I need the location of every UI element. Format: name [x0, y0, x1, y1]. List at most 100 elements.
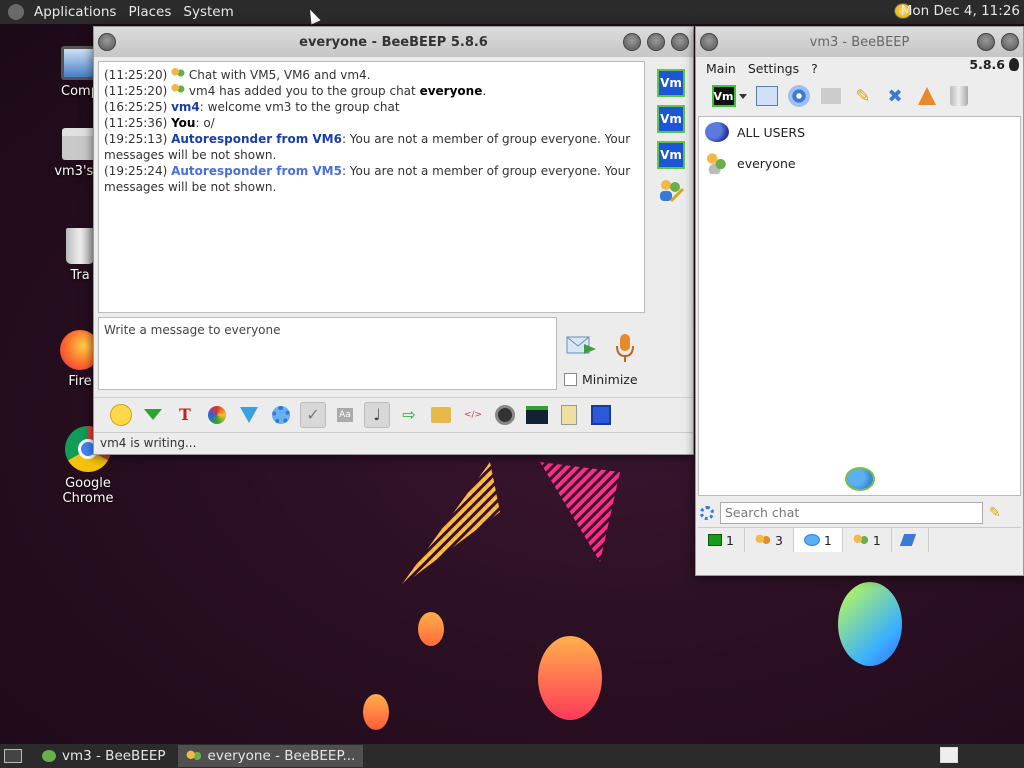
chat-window-titlebar[interactable]: everyone - BeeBEEP 5.8.6 — [94, 27, 693, 57]
update-button[interactable] — [914, 83, 940, 109]
pencil-icon: ✎ — [855, 85, 871, 107]
workspace-switcher-icon[interactable] — [940, 747, 958, 763]
list-item[interactable]: ALL USERS — [699, 117, 1020, 147]
send-button[interactable] — [566, 332, 598, 360]
search-row: Search chat ✎ — [700, 500, 1020, 526]
minimize-button[interactable] — [977, 33, 995, 51]
menu-help[interactable]: ? — [805, 61, 824, 76]
tab-count: 1 — [726, 532, 734, 548]
member-vm-icon[interactable]: Vm — [657, 141, 685, 169]
chat-log[interactable]: (11:25:20) Chat with VM5, VM6 and vm4. (… — [98, 61, 645, 313]
font-button[interactable]: T — [172, 402, 198, 428]
edit-group-icon[interactable] — [657, 177, 685, 205]
chat-time: (19:25:24) — [104, 164, 168, 178]
font-color-button[interactable] — [204, 402, 230, 428]
tab-count: 3 — [774, 532, 783, 548]
message-input[interactable]: Write a message to everyone — [98, 317, 557, 390]
minimize-option[interactable]: Minimize — [564, 372, 638, 387]
code-button[interactable]: </> — [460, 402, 486, 428]
chat-window: everyone - BeeBEEP 5.8.6 (11:25:20) Chat… — [93, 26, 694, 455]
menu-system[interactable]: System — [177, 4, 239, 20]
notes-button[interactable] — [556, 402, 582, 428]
top-panel: Applications Places System Mon Dec 4, 11… — [0, 0, 1024, 25]
main-toolbar: Vm ✎ ✖ — [696, 79, 1023, 113]
minimize-button[interactable] — [623, 33, 641, 51]
chat-time: (16:25:25) — [104, 100, 168, 114]
menu-applications[interactable]: Applications — [28, 4, 122, 20]
chat-sender[interactable]: vm4 — [171, 100, 200, 114]
chat-sender[interactable]: Autoresponder from VM5 — [171, 164, 342, 178]
minimize-checkbox[interactable] — [564, 373, 577, 386]
voice-message-button[interactable] — [614, 333, 636, 363]
plugins-button[interactable]: ✖ — [882, 83, 908, 109]
clear-button[interactable] — [946, 83, 972, 109]
network-button[interactable] — [786, 83, 812, 109]
terminal-button[interactable] — [524, 402, 550, 428]
version-label: 5.8.6 — [969, 57, 1005, 72]
send-message-button[interactable] — [818, 83, 844, 109]
clock[interactable]: Mon Dec 4, 11:26 — [901, 3, 1020, 19]
menu-main[interactable]: Main — [700, 61, 742, 76]
update-arrow-icon — [918, 87, 936, 105]
send-folder-button[interactable] — [428, 402, 454, 428]
clear-search-icon[interactable]: ✎ — [989, 505, 1001, 521]
trash-can-icon — [950, 86, 968, 106]
gnome-foot-icon[interactable] — [8, 4, 24, 20]
gear-icon[interactable] — [700, 506, 714, 520]
write-message-button[interactable]: ✎ — [850, 83, 876, 109]
chat-bold: everyone — [419, 84, 483, 98]
scroll-down-button[interactable] — [140, 402, 166, 428]
chat-sender[interactable]: Autoresponder from VM6 — [171, 132, 342, 146]
tab-tools[interactable] — [892, 528, 929, 552]
word-completer-button[interactable]: Aa — [332, 402, 358, 428]
settings-button[interactable] — [268, 402, 294, 428]
menu-settings[interactable]: Settings — [742, 61, 805, 76]
show-desktop-icon[interactable] — [4, 749, 22, 763]
task-main-window[interactable]: vm3 - BeeBEEP — [34, 745, 174, 767]
maximize-button[interactable] — [647, 33, 665, 51]
task-chat-window[interactable]: everyone - BeeBEEP... — [177, 745, 364, 767]
chat-line: (16:25:25) vm4: welcome vm3 to the group… — [104, 99, 639, 115]
bottom-panel: vm3 - BeeBEEP everyone - BeeBEEP... — [0, 744, 1024, 768]
save-chat-button[interactable] — [588, 402, 614, 428]
close-button[interactable] — [1001, 33, 1019, 51]
group-icon — [705, 152, 729, 174]
task-label: vm3 - BeeBEEP — [62, 748, 166, 764]
member-vm-icon[interactable]: Vm — [657, 69, 685, 97]
chat-time: (19:25:13) — [104, 132, 168, 146]
code-icon: </> — [463, 409, 483, 420]
member-vm-icon[interactable]: Vm — [657, 105, 685, 133]
search-input[interactable]: Search chat — [720, 502, 983, 524]
screenshot-button[interactable] — [492, 402, 518, 428]
chat-members-sidebar: Vm Vm Vm — [652, 61, 690, 395]
tab-users[interactable]: 1 — [698, 528, 745, 552]
tab-shares[interactable]: 1 — [843, 528, 892, 552]
color-palette-icon — [208, 405, 226, 424]
chat-list: ALL USERS everyone — [698, 116, 1021, 496]
chat-line: (11:25:20) Chat with VM5, VM6 and vm4. — [104, 67, 639, 83]
sound-button[interactable]: ♩ — [364, 401, 390, 428]
send-file-button[interactable]: ⇨ — [396, 402, 422, 428]
gear-icon — [272, 405, 290, 424]
list-item[interactable]: everyone — [699, 147, 1020, 179]
menu-places[interactable]: Places — [122, 4, 177, 20]
chat-line: (19:25:24) Autoresponder from VM5: You a… — [104, 163, 639, 195]
chat-list-label: everyone — [737, 155, 796, 171]
main-window-title: vm3 - BeeBEEP — [809, 34, 910, 50]
filter-button[interactable] — [236, 402, 262, 428]
tab-chats[interactable]: 1 — [793, 528, 843, 552]
status-button[interactable]: Vm — [710, 83, 748, 109]
emoticon-button[interactable] — [108, 402, 134, 428]
chat-line: (11:25:20) vm4 has added you to the grou… — [104, 83, 639, 99]
microphone-icon — [616, 334, 634, 362]
group-icon — [171, 83, 186, 95]
window-menu-button[interactable] — [700, 33, 718, 51]
tux-icon — [1009, 58, 1019, 71]
tab-groups[interactable]: 3 — [745, 528, 794, 552]
spell-check-button[interactable]: ✓ — [300, 401, 326, 428]
main-window-titlebar[interactable]: vm3 - BeeBEEP — [696, 27, 1023, 57]
edit-profile-button[interactable] — [754, 83, 780, 109]
chat-sender: You — [171, 116, 196, 130]
close-button[interactable] — [671, 33, 689, 51]
window-menu-button[interactable] — [98, 33, 116, 51]
